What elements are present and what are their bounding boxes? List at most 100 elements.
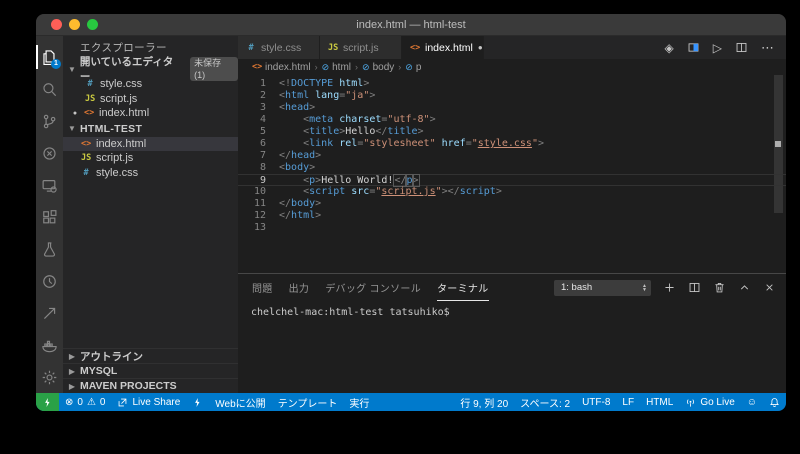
status-indentation[interactable]: スペース: 2: [514, 393, 576, 411]
breadcrumb-separator: ›: [398, 62, 401, 72]
kill-terminal-icon[interactable]: [713, 281, 726, 294]
source-control-activity-icon[interactable]: [36, 105, 63, 137]
code-line-2[interactable]: 2<html lang="ja">: [238, 90, 786, 102]
test-explorer-activity-icon[interactable]: [36, 233, 63, 265]
code-line-4[interactable]: 4 <meta charset="utf-8">: [238, 114, 786, 126]
explorer-activity-icon[interactable]: 1: [36, 41, 63, 73]
file-script.js[interactable]: JSscript.js: [63, 92, 238, 107]
html-file-icon: <>: [84, 108, 94, 118]
status-eol[interactable]: LF: [616, 393, 640, 411]
modified-dot-icon: ●: [478, 43, 483, 52]
close-panel-icon[interactable]: [763, 281, 776, 294]
terminal-output[interactable]: chelchel-mac:html-test tatsuhiko$: [238, 301, 786, 393]
code-line-5[interactable]: 5 <title>Hello</title>: [238, 126, 786, 138]
terminal-shell-select[interactable]: 1: bash ▲▼: [554, 280, 651, 296]
tab-script.js[interactable]: JSscript.js: [320, 36, 402, 59]
split-terminal-icon[interactable]: [688, 281, 701, 294]
panel-tab-出力[interactable]: 出力: [289, 274, 310, 301]
sidebar-section-MYSQL[interactable]: ▶MYSQL: [63, 363, 238, 378]
status-run[interactable]: 実行: [343, 393, 375, 411]
status-feedback[interactable]: ☺: [741, 393, 763, 411]
chevron-right-icon: ▶: [67, 367, 77, 376]
tab-style.css[interactable]: #style.css: [238, 36, 320, 59]
extensions-activity-icon[interactable]: [36, 201, 63, 233]
tab-label: style.css: [261, 42, 301, 54]
element-symbol-icon: ⊘: [322, 62, 330, 73]
status-problems[interactable]: ⊗0⚠0: [59, 393, 111, 411]
format-icon[interactable]: ◈: [665, 41, 674, 55]
panel-tab-ターミナル[interactable]: ターミナル: [437, 274, 489, 301]
terminal-prompt: chelchel-mac:html-test tatsuhiko$: [251, 307, 450, 318]
file-style.css[interactable]: #style.css: [63, 166, 238, 181]
docker-activity-icon[interactable]: [36, 329, 63, 361]
line-number: 9: [238, 175, 266, 185]
code-line-6[interactable]: 6 <link rel="stylesheet" href="style.css…: [238, 138, 786, 150]
code-line-11[interactable]: 11</body>: [238, 198, 786, 210]
code-time-activity-icon[interactable]: [36, 265, 63, 297]
settings-activity-icon[interactable]: [36, 361, 63, 393]
breadcrumb-item-p[interactable]: ⊘p: [405, 62, 421, 73]
bolt-icon: [192, 397, 203, 408]
remote-preview-activity-icon[interactable]: [36, 169, 63, 201]
breadcrumb-item-body[interactable]: ⊘body: [362, 62, 394, 73]
new-terminal-icon[interactable]: [663, 281, 676, 294]
line-number: 7: [238, 150, 266, 162]
chevron-right-icon: ▶: [67, 352, 77, 361]
zoom-window-button[interactable]: [87, 19, 98, 30]
run-code-icon[interactable]: ▷: [713, 41, 722, 55]
code-line-8[interactable]: 8<body>: [238, 162, 786, 174]
status-remote-indicator[interactable]: [36, 393, 59, 411]
file-index.html[interactable]: <>index.html: [63, 137, 238, 152]
line-number: 8: [238, 162, 266, 174]
panel-tab-デバッグ コンソール[interactable]: デバッグ コンソール: [325, 274, 421, 301]
sidebar-section-MAVEN PROJECTS[interactable]: ▶MAVEN PROJECTS: [63, 378, 238, 393]
chevron-right-icon: ▶: [67, 382, 77, 391]
debug-activity-icon[interactable]: [36, 137, 63, 169]
minimize-window-button[interactable]: [69, 19, 80, 30]
sidebar-section-アウトライン[interactable]: ▶アウトライン: [63, 348, 238, 363]
status-encoding[interactable]: UTF-8: [576, 393, 616, 411]
close-window-button[interactable]: [51, 19, 62, 30]
code-line-10[interactable]: 10 <script src="script.js"></script>: [238, 186, 786, 198]
split-editor-icon[interactable]: [735, 41, 748, 54]
status-language-mode[interactable]: HTML: [640, 393, 679, 411]
status-template[interactable]: テンプレート: [272, 393, 344, 411]
open-editors-header[interactable]: ▼ 開いているエディター 未保存 (1): [63, 61, 238, 77]
open-preview-icon[interactable]: [687, 41, 700, 54]
sidebar-bottom-sections: ▶アウトライン▶MYSQL▶MAVEN PROJECTS: [63, 348, 238, 393]
maximize-panel-icon[interactable]: [738, 281, 751, 294]
status-notifications[interactable]: [763, 393, 786, 411]
code-line-13[interactable]: 13: [238, 222, 786, 234]
status-cursor-position[interactable]: 行 9, 列 20: [454, 393, 514, 411]
file-script.js[interactable]: JSscript.js: [63, 151, 238, 166]
line-number: 4: [238, 114, 266, 126]
folder-header[interactable]: ▼ HTML-TEST: [63, 121, 238, 137]
breadcrumb-item-html[interactable]: ⊘html: [322, 62, 351, 73]
panel-tab-問題[interactable]: 問題: [252, 274, 273, 301]
search-activity-icon[interactable]: [36, 73, 63, 105]
editor-tab-bar: #style.cssJSscript.js<>index.html● ◈ ▷ ⋯: [238, 36, 786, 59]
status-go-live[interactable]: Go Live: [679, 393, 740, 411]
more-actions-icon[interactable]: ⋯: [761, 40, 774, 56]
status-live-share[interactable]: Live Share: [111, 393, 186, 411]
html-file-icon: <>: [81, 139, 91, 149]
code-line-12[interactable]: 12</html>: [238, 210, 786, 222]
code-line-3[interactable]: 3<head>: [238, 102, 786, 114]
code-editor[interactable]: 1<!DOCTYPE html>2<html lang="ja">3<head>…: [238, 75, 786, 273]
code-line-1[interactable]: 1<!DOCTYPE html>: [238, 78, 786, 90]
status-publish-web[interactable]: Webに公開: [209, 393, 271, 411]
file-name: index.html: [99, 107, 149, 119]
share-activity-icon[interactable]: [36, 297, 63, 329]
status-bar: ⊗0⚠0Live Share Webに公開テンプレート実行 行 9, 列 20スペ…: [36, 393, 786, 411]
breadcrumb-item-index.html[interactable]: <>index.html: [252, 62, 311, 73]
code-line-7[interactable]: 7</head>: [238, 150, 786, 162]
line-number: 2: [238, 90, 266, 102]
file-style.css[interactable]: #style.css: [63, 77, 238, 92]
code-text: <head>: [266, 102, 315, 114]
tab-index.html[interactable]: <>index.html●: [402, 36, 484, 59]
broadcast-icon: [685, 397, 696, 408]
code-text: </body>: [266, 198, 321, 210]
file-index.html[interactable]: ●<>index.html: [63, 106, 238, 121]
status-rocket[interactable]: [186, 393, 209, 411]
code-line-9[interactable]: 9 <p>Hello World!</p>: [238, 174, 786, 186]
